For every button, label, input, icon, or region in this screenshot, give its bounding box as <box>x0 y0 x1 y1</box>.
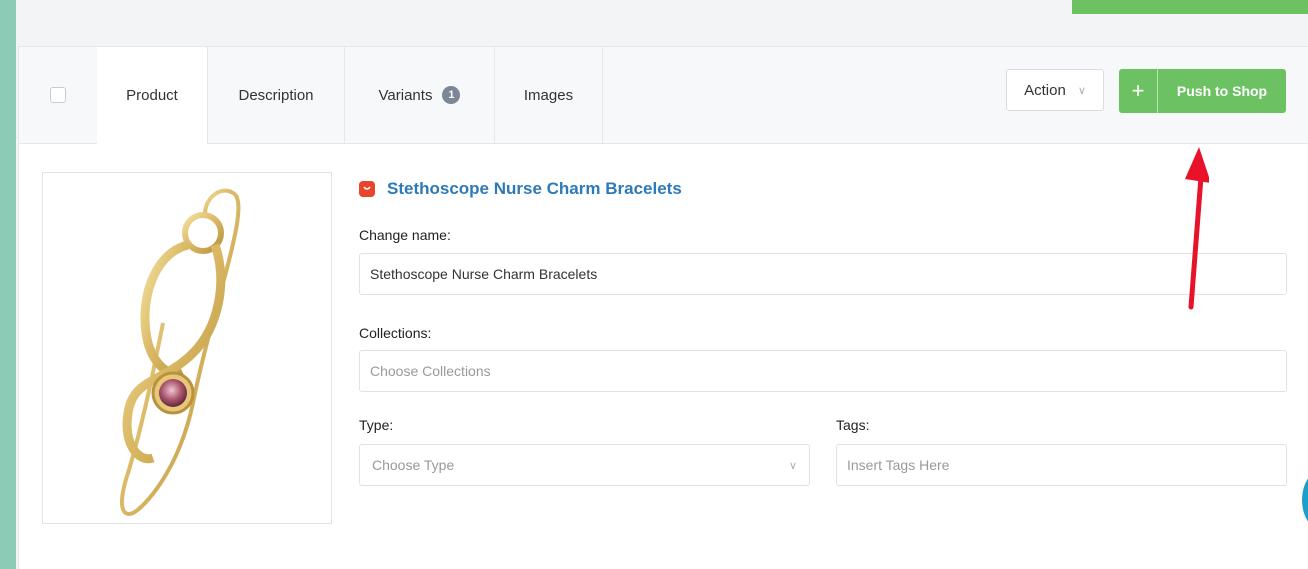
tags-label: Tags: <box>836 417 870 433</box>
type-select[interactable]: Choose Type ∨ <box>359 444 810 486</box>
tab-product[interactable]: Product <box>97 47 208 144</box>
tab-variants-label: Variants <box>378 86 433 104</box>
shopping-bag-icon <box>359 181 375 197</box>
tab-bar: Product Description Variants 1 Images Ac… <box>19 47 1308 144</box>
push-to-shop-label: Push to Shop <box>1176 83 1268 99</box>
tab-description[interactable]: Description <box>208 47 345 143</box>
action-label: Action <box>1024 81 1066 99</box>
collections-label: Collections: <box>359 325 432 341</box>
chevron-down-icon: ∨ <box>1077 84 1086 97</box>
tab-images[interactable]: Images <box>495 47 603 143</box>
tab-images-label: Images <box>523 86 574 104</box>
product-name-input[interactable]: Stethoscope Nurse Charm Bracelets <box>359 253 1287 295</box>
chevron-down-icon: ∨ <box>788 460 797 472</box>
action-dropdown[interactable]: Action ∨ <box>1006 69 1104 111</box>
bracelet-image <box>120 188 241 516</box>
collections-input[interactable]: Choose Collections <box>359 350 1287 392</box>
select-checkbox-cell <box>19 47 98 143</box>
red-arrow-annotation <box>1185 147 1209 310</box>
product-title-link[interactable]: Stethoscope Nurse Charm Bracelets <box>387 179 682 199</box>
tab-variants[interactable]: Variants 1 <box>345 47 495 143</box>
change-name-label: Change name: <box>359 227 451 243</box>
app-canvas: Product Description Variants 1 Images Ac… <box>16 0 1308 569</box>
variants-count-badge: 1 <box>442 86 461 104</box>
tags-placeholder: Insert Tags Here <box>847 457 950 473</box>
tab-product-label: Product <box>126 87 178 104</box>
collections-placeholder: Choose Collections <box>370 363 491 379</box>
push-to-shop-button[interactable]: + Push to Shop <box>1119 69 1286 113</box>
product-card: Product Description Variants 1 Images Ac… <box>18 46 1308 569</box>
tab-description-label: Description <box>238 86 314 104</box>
product-name-value: Stethoscope Nurse Charm Bracelets <box>370 266 598 282</box>
type-label: Type: <box>359 417 394 433</box>
tags-input[interactable]: Insert Tags Here <box>836 444 1287 486</box>
plus-icon: + <box>1119 69 1158 113</box>
top-button-edge[interactable] <box>1072 0 1308 14</box>
product-title-row: Stethoscope Nurse Charm Bracelets <box>359 179 682 199</box>
type-placeholder: Choose Type <box>372 457 455 473</box>
select-checkbox[interactable] <box>50 87 66 103</box>
product-image <box>42 172 332 524</box>
